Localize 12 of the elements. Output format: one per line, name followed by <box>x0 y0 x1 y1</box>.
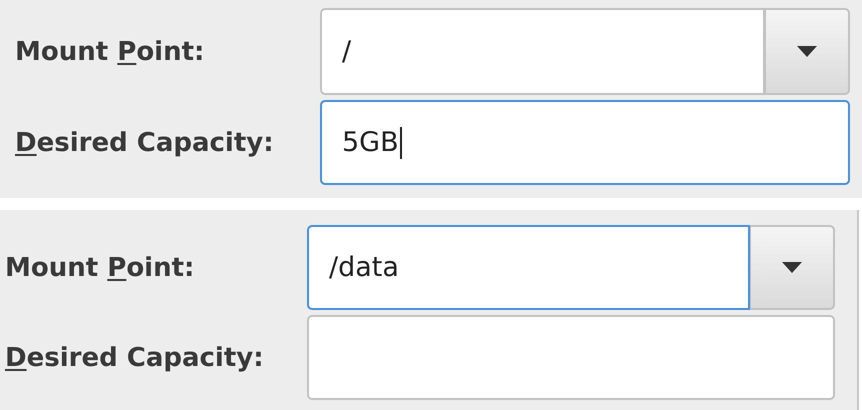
field-label: Desired Capacity: <box>5 342 265 372</box>
caret-icon <box>797 46 817 57</box>
capacity-field[interactable]: 5GB <box>320 100 850 185</box>
capacity-field[interactable] <box>307 315 835 400</box>
caret-icon <box>782 262 802 273</box>
mount-point-field[interactable]: /data <box>307 225 750 310</box>
field-label: Mount Point: <box>15 36 206 66</box>
dropdown-button[interactable] <box>750 225 835 310</box>
field-label: Mount Point: <box>5 252 196 282</box>
mount-point-field[interactable]: / <box>320 8 765 95</box>
dropdown-button[interactable] <box>765 8 850 95</box>
field-label: Desired Capacity: <box>15 128 275 158</box>
